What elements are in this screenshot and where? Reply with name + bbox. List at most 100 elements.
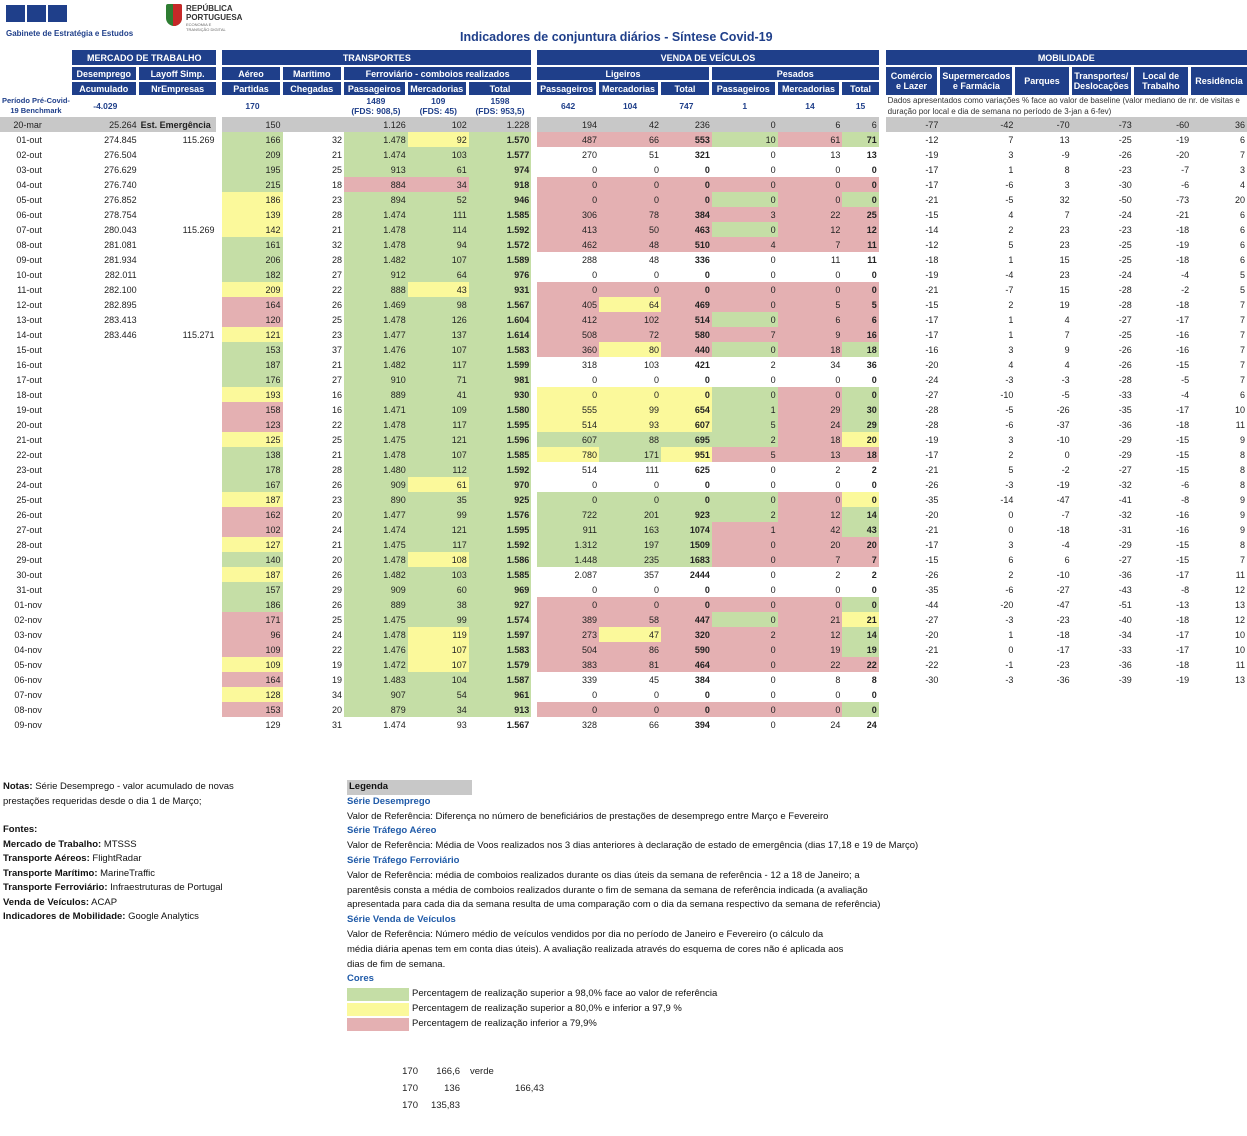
cell: -37 [1056, 419, 1070, 430]
cell: 384 [694, 674, 710, 685]
cell: 1.574 [468, 612, 532, 627]
cell [139, 582, 217, 597]
table-row: 22-out 138 21 1.478 107 1.585 780 171 951 5 13 18 -1… [0, 447, 1247, 462]
cell: 0 [537, 702, 600, 717]
cell: 36 [866, 359, 877, 370]
cell: 0 [537, 177, 600, 192]
cell: 270 [582, 149, 598, 160]
cell: 879 [343, 702, 408, 717]
cell: 1.585 [468, 567, 532, 582]
cell: 487 [537, 132, 600, 147]
cell: 1 [1008, 314, 1014, 325]
cell: 925 [468, 492, 532, 507]
cell: -22 [925, 659, 939, 670]
cell: 1.567 [506, 719, 530, 730]
cell: 10 [1234, 404, 1245, 415]
cell: 9 [1064, 344, 1070, 355]
cell: -73 [1071, 117, 1134, 132]
table-row: 02-out 276.504 209 21 1.474 103 1.577 270 51 321 0… [0, 147, 1247, 162]
cell: 0 [660, 492, 712, 507]
cell: 43 [407, 282, 469, 297]
cell: 1 [711, 522, 778, 537]
cell [139, 237, 217, 252]
cell [1015, 717, 1071, 732]
gap-cell [878, 402, 886, 417]
cell: 7 [1008, 134, 1014, 145]
gap-cell [878, 567, 886, 582]
cell: 11 [1235, 419, 1245, 430]
cell: 29 [842, 417, 879, 432]
cell: -40 [1118, 614, 1132, 625]
row-date: 06-nov [14, 674, 42, 685]
cell: 360 [537, 342, 600, 357]
cell: 99 [599, 402, 661, 417]
col-f-tot: Total [468, 80, 532, 95]
col-l-tot: Total [660, 80, 712, 95]
republica-shield-icon [166, 4, 182, 26]
cell: -26 [1118, 359, 1132, 370]
cell: 5 [777, 297, 843, 312]
cell: -35 [1118, 404, 1132, 415]
cell: -19 [925, 434, 939, 445]
cell: 2 [711, 507, 778, 522]
cell: -6 [1181, 479, 1190, 490]
gov-sub-2: TRANSIÇÃO DIGITAL [186, 27, 226, 32]
cell: 1.476 [343, 642, 408, 657]
cell: 99 [407, 507, 469, 522]
cell [139, 252, 217, 267]
fonte-trabalho: Mercado de Trabalho: MTSSS [3, 838, 137, 850]
cell: 339 [582, 674, 598, 685]
cell [72, 432, 139, 447]
cell [139, 702, 217, 717]
table-row: 09-nov 129 31 1.474 93 1.567 328 66 394 0 24 24 [0, 717, 1247, 732]
cell: 18 [777, 342, 843, 357]
cell: 0 [704, 269, 710, 280]
cell [139, 687, 217, 702]
cell: 128 [222, 687, 283, 702]
benchmark-f-tot: 1598 (FDS: 953,5) [475, 96, 525, 116]
cell: 125 [222, 432, 283, 447]
cell [139, 357, 217, 372]
cell: -18 [1176, 419, 1190, 430]
cell: -7 [1061, 509, 1070, 520]
cell: 34 [407, 177, 469, 192]
cell: 0 [711, 492, 778, 507]
table-row: 12-out 282.895 164 26 1.469 98 1.567 405 64 469 0 5… [0, 297, 1247, 312]
cell: 12 [777, 627, 843, 642]
cell: 20 [842, 537, 879, 552]
cell: 282.895 [104, 299, 137, 310]
cell: 157 [222, 582, 283, 597]
cell [139, 192, 217, 207]
cell: 0 [777, 597, 843, 612]
cell: -23 [1118, 164, 1132, 175]
cell: 273 [537, 627, 600, 642]
cell: 0 [537, 282, 600, 297]
cell: 142 [222, 222, 283, 237]
cell: 61 [407, 162, 469, 177]
cell: -35 [925, 584, 939, 595]
cell [139, 642, 217, 657]
cell: -15 [925, 554, 939, 565]
cell: 514 [537, 417, 600, 432]
table-row: 31-out 157 29 909 60 969 0 0 0 0 0 0 -35 -6 -27 -43 -8 12 [0, 582, 1247, 597]
cell: 0 [1064, 449, 1070, 460]
gap-cell [878, 237, 886, 252]
cell: 0 [599, 702, 661, 717]
cell: -8 [1181, 584, 1190, 595]
cell: -3 [1005, 479, 1014, 490]
green-swatch [347, 988, 409, 1002]
cell: 2.087 [574, 569, 598, 580]
cell: -3 [1005, 374, 1014, 385]
cell: 5 [1008, 464, 1014, 475]
cell: 6 [1239, 134, 1245, 145]
cell: 889 [343, 597, 408, 612]
cell: 0 [871, 584, 877, 595]
row-date: 31-out [16, 584, 42, 595]
cell: -73 [1176, 194, 1190, 205]
cell: 336 [694, 254, 710, 265]
cell [139, 672, 217, 687]
cell: 918 [468, 177, 532, 192]
cell: 107 [407, 252, 469, 267]
cell: 7 [1239, 149, 1245, 160]
cell: 96 [222, 627, 283, 642]
